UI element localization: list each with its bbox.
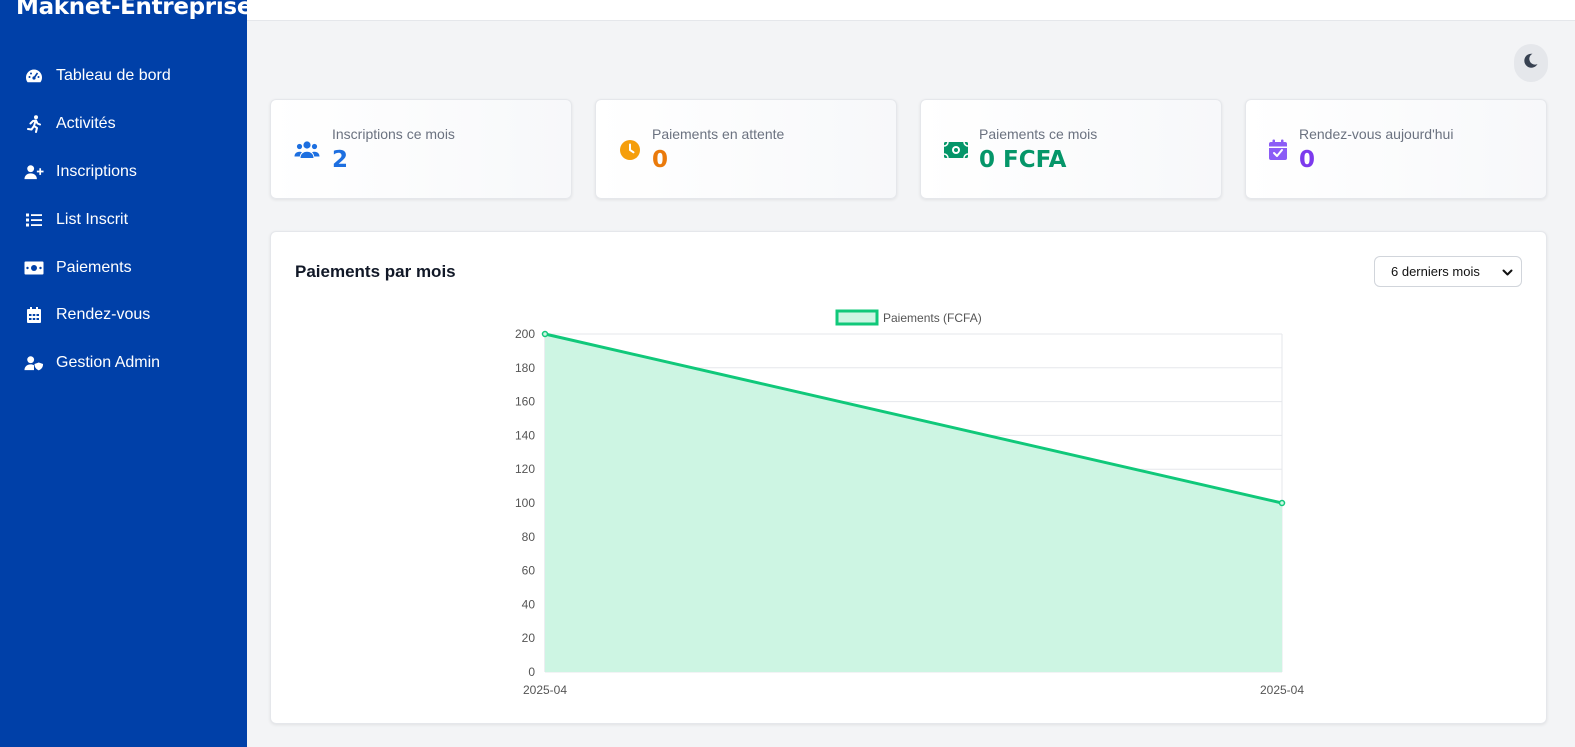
y-tick-label: 200	[515, 327, 535, 341]
sidebar-item-paiements[interactable]: Paiements	[24, 254, 132, 282]
sidebar-item-list-inscrit[interactable]: List Inscrit	[24, 206, 128, 234]
top-bar	[247, 0, 1575, 21]
stat-label: Rendez-vous aujourd'hui	[1299, 126, 1454, 142]
money-icon	[943, 138, 969, 162]
chart-legend[interactable]: Paiements (FCFA)	[835, 309, 982, 326]
chart-panel-title: Paiements par mois	[295, 262, 456, 281]
x-tick-label: 2025-04	[523, 683, 567, 697]
running-icon	[24, 114, 44, 134]
sidebar-item-label: List Inscrit	[56, 211, 129, 228]
stat-value: 2	[332, 147, 349, 173]
theme-toggle-button[interactable]	[1514, 44, 1548, 82]
stat-value: 0 FCFA	[979, 147, 1067, 173]
calendar-icon	[24, 305, 44, 325]
sidebar-item-label: Gestion Admin	[56, 354, 161, 371]
stat-card-rendez-vous: Rendez-vous aujourd'hui 0	[1245, 99, 1547, 199]
y-tick-label: 160	[515, 395, 535, 409]
stat-card-paiements-mois: Paiements ce mois 0 FCFA	[920, 99, 1222, 199]
y-tick-label: 80	[522, 530, 536, 544]
clock-icon	[617, 138, 643, 162]
y-tick-label: 140	[515, 428, 535, 442]
sidebar: Maknet-Entreprise Tableau de bord Activi…	[0, 0, 252, 747]
legend-label: Paiements (FCFA)	[883, 311, 982, 325]
chart-panel: Paiements par mois 6 derniers mois 0 20 40…	[270, 231, 1547, 724]
stat-label: Paiements en attente	[652, 126, 785, 142]
sidebar-item-label: Paiements	[56, 259, 132, 276]
user-shield-icon	[24, 353, 44, 373]
sidebar-item-dashboard[interactable]: Tableau de bord	[24, 62, 171, 90]
y-tick-label: 180	[515, 361, 535, 375]
stat-label: Inscriptions ce mois	[332, 126, 455, 142]
y-tick-label: 0	[528, 665, 535, 679]
y-tick-label: 40	[522, 597, 536, 611]
stat-card-paiements-attente: Paiements en attente 0	[595, 99, 897, 199]
sidebar-item-gestion-admin[interactable]: Gestion Admin	[24, 349, 160, 377]
sidebar-item-activites[interactable]: Activités	[24, 110, 116, 138]
brand-title: Maknet-Entreprise	[16, 0, 253, 20]
payments-chart: 0 20 40 60 80 100 120 140 160 180 200 2025-04 2025-…	[515, 309, 1304, 697]
stat-value: 0	[652, 147, 669, 173]
x-tick-label: 2025-04	[1260, 683, 1304, 697]
calendar-check-icon	[1265, 138, 1291, 162]
stat-label: Paiements ce mois	[979, 126, 1098, 142]
stat-card-inscriptions: Inscriptions ce mois 2	[270, 99, 572, 199]
money-icon	[24, 258, 44, 278]
series-area	[545, 334, 1282, 672]
sidebar-item-label: Activités	[56, 115, 116, 132]
dashboard-icon	[24, 66, 44, 86]
y-tick-label: 60	[522, 564, 536, 578]
stat-value: 0	[1299, 147, 1316, 173]
y-tick-label: 120	[515, 462, 535, 476]
period-select-value: 6 derniers mois	[1391, 264, 1480, 279]
user-plus-icon	[24, 162, 44, 182]
users-icon	[294, 138, 320, 162]
moon-icon	[1524, 53, 1538, 73]
data-point[interactable]	[1278, 499, 1286, 507]
sidebar-item-inscriptions[interactable]: Inscriptions	[24, 158, 137, 186]
y-tick-label: 100	[515, 496, 535, 510]
sidebar-item-label: Tableau de bord	[56, 67, 171, 84]
data-point[interactable]	[541, 330, 549, 338]
sidebar-item-label: Inscriptions	[56, 163, 137, 180]
sidebar-item-rendez-vous[interactable]: Rendez-vous	[24, 301, 150, 329]
legend-swatch	[835, 309, 879, 326]
y-tick-label: 20	[522, 631, 536, 645]
list-icon	[24, 210, 44, 230]
chevron-down-icon	[1502, 266, 1513, 281]
sidebar-item-label: Rendez-vous	[56, 306, 151, 323]
